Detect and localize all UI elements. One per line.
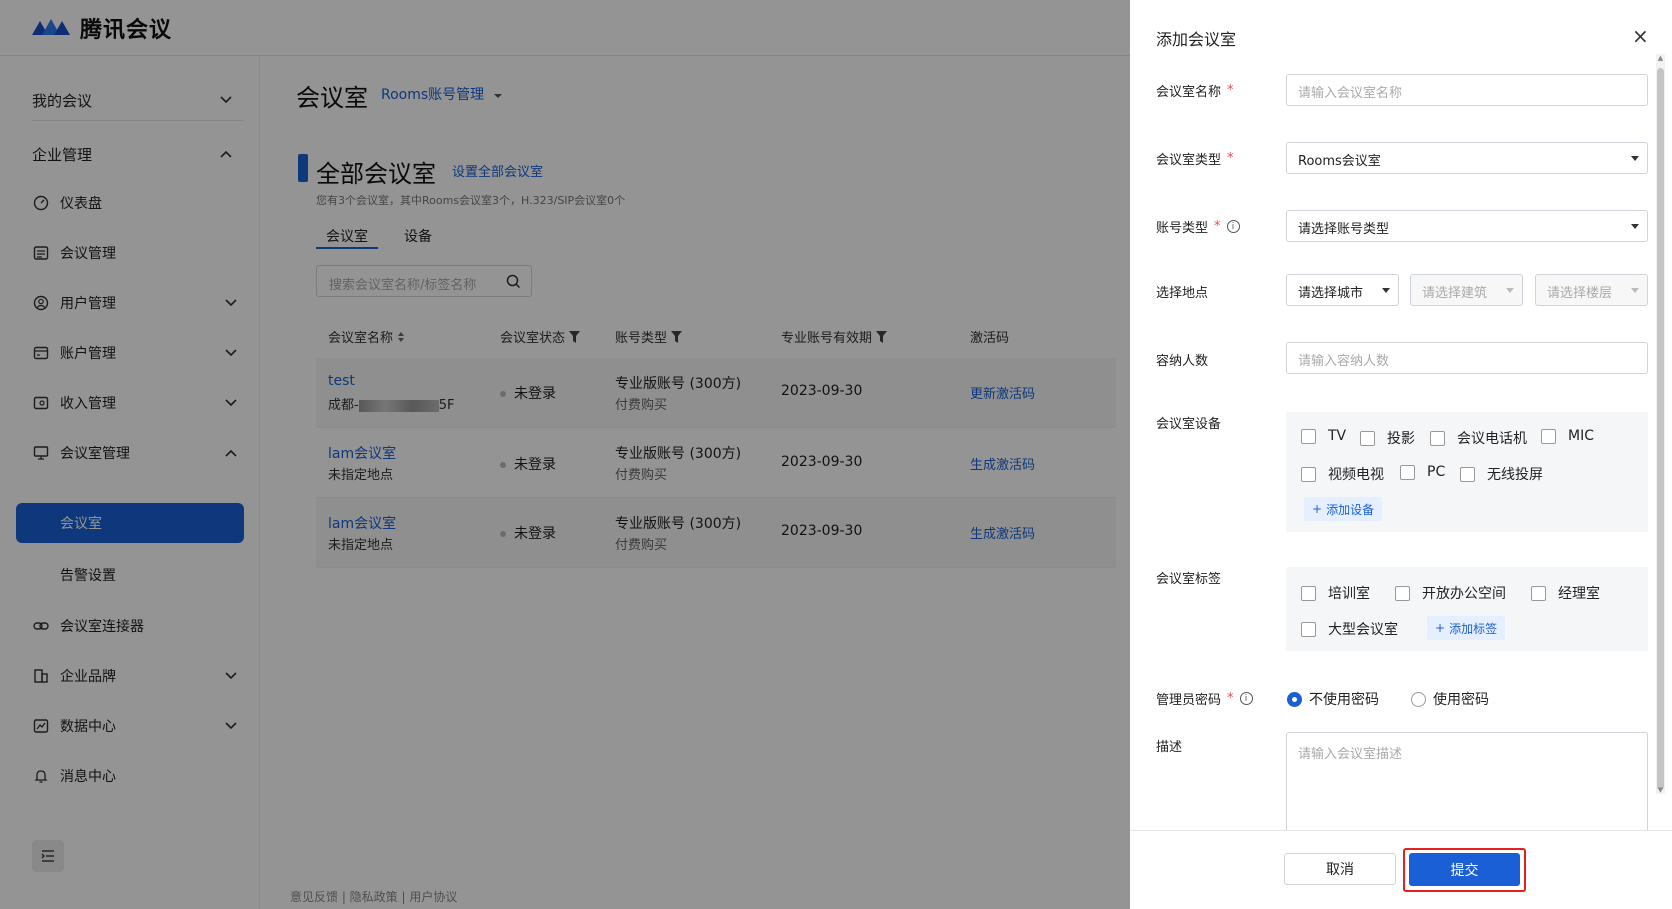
tag-checkbox-open-office[interactable]: 开放办公空间 <box>1395 583 1506 603</box>
account-type-select[interactable]: 请选择账号类型 <box>1286 210 1648 242</box>
input-placeholder: 请输入容纳人数 <box>1298 354 1390 369</box>
field-label: 会议室标签 <box>1156 572 1222 587</box>
select-value: Rooms会议室 <box>1298 154 1381 169</box>
floor-select[interactable]: 请选择楼层 <box>1535 274 1648 306</box>
radio-label: 使用密码 <box>1433 692 1489 708</box>
account-type-label: 账号类型 * i <box>1156 217 1240 236</box>
info-icon[interactable]: i <box>1239 692 1253 705</box>
submit-button[interactable]: 提交 <box>1409 853 1520 886</box>
field-label: 容纳人数 <box>1156 354 1209 369</box>
modal-overlay[interactable] <box>0 0 1130 909</box>
caret-down-icon <box>1382 288 1390 293</box>
location-label: 选择地点 <box>1156 282 1208 301</box>
field-label: 账号类型 <box>1156 221 1209 236</box>
required-mark: * <box>1227 151 1234 166</box>
checkbox[interactable] <box>1301 585 1316 601</box>
description-textarea[interactable]: 请输入会议室描述 <box>1286 732 1648 830</box>
select-placeholder: 请选择建筑 <box>1422 286 1488 301</box>
add-tag-button[interactable]: + 添加标签 <box>1427 616 1506 640</box>
add-device-button[interactable]: + 添加设备 <box>1304 497 1383 521</box>
device-checkbox-tv[interactable]: TV <box>1301 428 1346 444</box>
checkbox-label: 无线投屏 <box>1487 467 1543 483</box>
scrollbar-thumb[interactable] <box>1657 68 1664 790</box>
radio-no-password[interactable]: 不使用密码 <box>1287 689 1379 709</box>
room-name-label: 会议室名称 * <box>1156 81 1234 100</box>
checkbox-label: 投影 <box>1387 431 1415 447</box>
caret-down-icon <box>1631 224 1639 229</box>
tag-checkbox-manager[interactable]: 经理室 <box>1531 583 1600 603</box>
description-label: 描述 <box>1156 736 1182 755</box>
device-checkbox-mic[interactable]: MIC <box>1541 428 1594 444</box>
drawer-title: 添加会议室 <box>1156 30 1237 49</box>
device-checkbox-phone[interactable]: 会议电话机 <box>1430 428 1527 448</box>
input-placeholder: 请输入会议室名称 <box>1298 86 1403 101</box>
checkbox-label: PC <box>1427 464 1446 480</box>
device-checkbox-wireless[interactable]: 无线投屏 <box>1460 464 1543 484</box>
tag-checkbox-large-room[interactable]: 大型会议室 <box>1301 619 1398 639</box>
tags-label: 会议室标签 <box>1156 568 1221 587</box>
checkbox[interactable] <box>1301 428 1316 444</box>
field-label: 会议室类型 <box>1156 153 1222 168</box>
device-checkbox-projector[interactable]: 投影 <box>1360 428 1415 448</box>
capacity-input[interactable]: 请输入容纳人数 <box>1286 342 1648 374</box>
select-placeholder: 请选择账号类型 <box>1298 222 1390 237</box>
tag-checkbox-training[interactable]: 培训室 <box>1301 583 1370 603</box>
checkbox-label: MIC <box>1568 428 1594 444</box>
checkbox[interactable] <box>1541 428 1556 444</box>
device-checkbox-video-tv[interactable]: 视频电视 <box>1301 464 1384 484</box>
room-type-label: 会议室类型 * <box>1156 149 1234 168</box>
checkbox-label: 培训室 <box>1328 586 1370 602</box>
close-icon[interactable]: × <box>1632 26 1649 46</box>
caret-down-icon <box>1506 288 1514 293</box>
capacity-label: 容纳人数 <box>1156 350 1208 369</box>
caret-down-icon <box>1631 156 1639 161</box>
info-icon[interactable]: i <box>1226 220 1240 233</box>
plus-icon: + <box>1312 502 1323 516</box>
textarea-placeholder: 请输入会议室描述 <box>1298 747 1403 762</box>
checkbox-label: 开放办公空间 <box>1422 586 1506 602</box>
checkbox[interactable] <box>1531 585 1546 601</box>
checkbox-label: 视频电视 <box>1328 467 1384 483</box>
checkbox[interactable] <box>1460 466 1475 482</box>
button-label: 添加标签 <box>1449 621 1498 636</box>
checkbox-label: 会议电话机 <box>1457 431 1527 447</box>
plus-icon: + <box>1435 621 1446 635</box>
field-label: 会议室名称 <box>1156 85 1222 100</box>
select-placeholder: 请选择楼层 <box>1547 286 1613 301</box>
button-label: 添加设备 <box>1326 502 1375 517</box>
caret-down-icon <box>1631 288 1639 293</box>
select-placeholder: 请选择城市 <box>1298 286 1364 301</box>
cancel-button[interactable]: 取消 <box>1284 853 1396 885</box>
field-label: 管理员密码 <box>1156 693 1222 708</box>
checkbox[interactable] <box>1395 585 1410 601</box>
scroll-up-icon[interactable]: ▲ <box>1656 54 1665 64</box>
required-mark: * <box>1214 219 1221 234</box>
password-label: 管理员密码 * i <box>1156 689 1253 708</box>
radio-button[interactable] <box>1411 691 1426 707</box>
scroll-down-icon[interactable]: ▼ <box>1656 786 1665 796</box>
required-mark: * <box>1227 83 1234 98</box>
checkbox[interactable] <box>1301 621 1316 637</box>
city-select[interactable]: 请选择城市 <box>1286 274 1399 306</box>
room-type-select[interactable]: Rooms会议室 <box>1286 142 1648 174</box>
field-label: 会议室设备 <box>1156 417 1222 432</box>
required-mark: * <box>1227 691 1234 706</box>
field-label: 选择地点 <box>1156 286 1209 301</box>
checkbox[interactable] <box>1301 466 1316 482</box>
radio-use-password[interactable]: 使用密码 <box>1411 689 1489 709</box>
field-label: 描述 <box>1156 740 1183 755</box>
radio-button[interactable] <box>1287 691 1302 707</box>
checkbox-label: 大型会议室 <box>1328 622 1398 638</box>
checkbox-label: 经理室 <box>1558 586 1600 602</box>
checkbox[interactable] <box>1400 464 1415 480</box>
room-name-input[interactable]: 请输入会议室名称 <box>1286 74 1648 106</box>
checkbox[interactable] <box>1430 430 1445 446</box>
building-select[interactable]: 请选择建筑 <box>1410 274 1523 306</box>
radio-label: 不使用密码 <box>1309 692 1379 708</box>
device-checkbox-pc[interactable]: PC <box>1400 464 1445 480</box>
drawer-footer <box>1130 830 1672 909</box>
devices-label: 会议室设备 <box>1156 413 1221 432</box>
checkbox-label: TV <box>1328 428 1347 444</box>
checkbox[interactable] <box>1360 430 1375 446</box>
